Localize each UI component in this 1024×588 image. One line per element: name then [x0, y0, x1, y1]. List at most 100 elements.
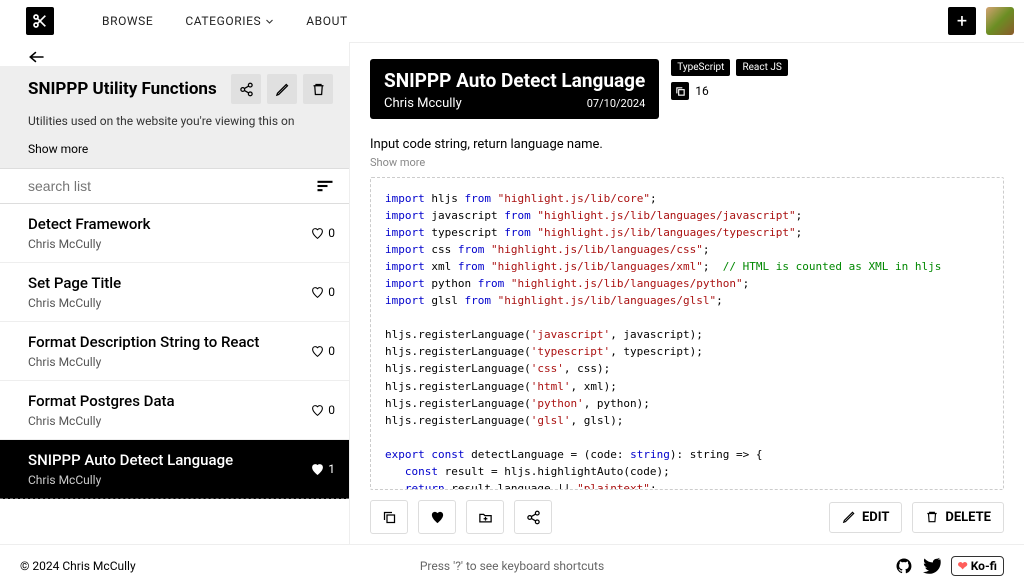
snippet-item[interactable]: Format Description String to React Chris … — [0, 322, 349, 381]
pencil-icon — [842, 510, 856, 524]
search-row — [0, 168, 349, 204]
fork-icon-box — [671, 82, 689, 100]
edit-label: EDIT — [862, 510, 889, 525]
share-list-button[interactable] — [231, 74, 261, 104]
favorite-button[interactable] — [418, 500, 456, 534]
fav-count: 0 — [328, 226, 335, 240]
tags-row: TypeScript React JS — [671, 59, 788, 76]
footer-hint: Press '?' to see keyboard shortcuts — [420, 559, 604, 573]
heart-icon — [311, 404, 324, 417]
snippet-info: Format Description String to React Chris … — [28, 333, 311, 369]
back-row — [0, 42, 349, 66]
snippet-title: SNIPPP Auto Detect Language — [28, 451, 311, 469]
main: SNIPPP Utility Functions Utilities used … — [0, 42, 1024, 544]
nav-right: + — [948, 7, 1014, 35]
tag[interactable]: TypeScript — [671, 59, 730, 76]
delete-label: DELETE — [945, 510, 991, 525]
nav-links: BROWSE CATEGORIES ABOUT — [102, 14, 348, 28]
snippet-item[interactable]: SNIPPP Auto Detect Language Chris McCully… — [0, 440, 349, 499]
nav-categories[interactable]: CATEGORIES — [185, 14, 274, 28]
detail-title: SNIPPP Auto Detect Language — [384, 69, 645, 92]
sidebar: SNIPPP Utility Functions Utilities used … — [0, 42, 349, 544]
snippet-item[interactable]: Format Postgres Data Chris McCully 0 — [0, 381, 349, 440]
detail-meta: TypeScript React JS 16 — [671, 59, 788, 100]
heart-icon — [311, 286, 324, 299]
pencil-icon — [275, 82, 290, 97]
detail-header: SNIPPP Auto Detect Language Chris Mccull… — [370, 59, 1004, 119]
edit-button[interactable]: EDIT — [829, 502, 902, 533]
snippet-author: Chris McCully — [28, 473, 311, 487]
snippet-info: Format Postgres Data Chris McCully — [28, 392, 311, 428]
list-header: SNIPPP Utility Functions Utilities used … — [0, 66, 349, 168]
code-block[interactable]: import hljs from "highlight.js/lib/core"… — [370, 177, 1004, 490]
snippet-item[interactable]: Detect FrameworkChris McCully 0 — [0, 204, 349, 263]
heart-icon — [311, 227, 324, 240]
footer-copyright: © 2024 Chris McCully — [20, 559, 136, 573]
github-link[interactable] — [895, 557, 913, 575]
sort-icon — [315, 178, 335, 194]
detail-description: Input code string, return language name. — [370, 137, 1004, 152]
snippet-fav: 0 — [311, 285, 335, 299]
snippet-info: Set Page Title Chris McCully — [28, 274, 311, 310]
fav-count: 1 — [328, 462, 335, 476]
kofi-label: Ko-fi — [971, 559, 997, 573]
trash-icon — [311, 82, 326, 97]
delete-list-button[interactable] — [303, 74, 333, 104]
avatar[interactable] — [986, 7, 1014, 35]
search-input[interactable] — [28, 178, 311, 194]
back-button[interactable] — [28, 50, 339, 64]
add-button[interactable]: + — [948, 7, 976, 35]
folder-icon — [478, 510, 493, 525]
detail-date: 07/10/2024 — [587, 97, 646, 110]
copy-button[interactable] — [370, 500, 408, 534]
logo[interactable] — [26, 7, 54, 35]
delete-button[interactable]: DELETE — [912, 502, 1004, 533]
tag[interactable]: React JS — [736, 59, 787, 76]
list-show-more[interactable]: Show more — [10, 128, 333, 156]
snippet-author: Chris McCully — [28, 296, 311, 310]
trash-icon — [925, 510, 939, 524]
footer: © 2024 Chris McCully Press '?' to see ke… — [0, 544, 1024, 586]
edit-list-button[interactable] — [267, 74, 297, 104]
snippet-author: Chris McCully — [28, 414, 311, 428]
snippet-title: Format Description String to React — [28, 333, 311, 351]
sort-button[interactable] — [311, 174, 339, 198]
scissors-icon — [32, 13, 48, 29]
detail-panel: SNIPPP Auto Detect Language Chris Mccull… — [349, 42, 1024, 544]
fork-row: 16 — [671, 82, 788, 100]
heart-icon — [311, 463, 324, 476]
snippet-info: SNIPPP Auto Detect Language Chris McCully — [28, 451, 311, 487]
heart-icon — [311, 345, 324, 358]
list-title: SNIPPP Utility Functions — [10, 79, 225, 99]
snippet-info: Detect FrameworkChris McCully — [28, 215, 311, 251]
nav-about[interactable]: ABOUT — [306, 14, 348, 28]
fav-count: 0 — [328, 344, 335, 358]
snippet-title: Set Page Title — [28, 274, 311, 292]
fav-count: 0 — [328, 403, 335, 417]
top-nav: BROWSE CATEGORIES ABOUT + — [0, 0, 1024, 42]
copy-icon — [382, 510, 397, 525]
share-icon — [239, 82, 254, 97]
detail-author: Chris Mccully — [384, 96, 462, 111]
twitter-link[interactable] — [923, 557, 941, 575]
kofi-link[interactable]: ❤ Ko-fi — [951, 556, 1004, 576]
snippet-list: Detect FrameworkChris McCully0Set Page T… — [0, 204, 349, 544]
snippet-fav: 0 — [311, 226, 335, 240]
github-icon — [895, 557, 913, 575]
nav-browse[interactable]: BROWSE — [102, 14, 153, 28]
nav-categories-label: CATEGORIES — [185, 14, 261, 28]
copy-icon — [675, 86, 686, 97]
share-button[interactable] — [514, 500, 552, 534]
action-row: EDIT DELETE — [370, 490, 1004, 544]
snippet-fav: 0 — [311, 403, 335, 417]
heart-icon — [430, 510, 445, 525]
share-icon — [526, 510, 541, 525]
snippet-item[interactable]: Set Page Title Chris McCully0 — [0, 263, 349, 322]
arrow-left-icon — [28, 50, 46, 64]
twitter-icon — [923, 557, 941, 575]
folder-button[interactable] — [466, 500, 504, 534]
snippet-title: Format Postgres Data — [28, 392, 311, 410]
detail-show-more[interactable]: Show more — [370, 156, 1004, 169]
snippet-author: Chris McCully — [28, 355, 311, 369]
title-card: SNIPPP Auto Detect Language Chris Mccull… — [370, 59, 659, 119]
